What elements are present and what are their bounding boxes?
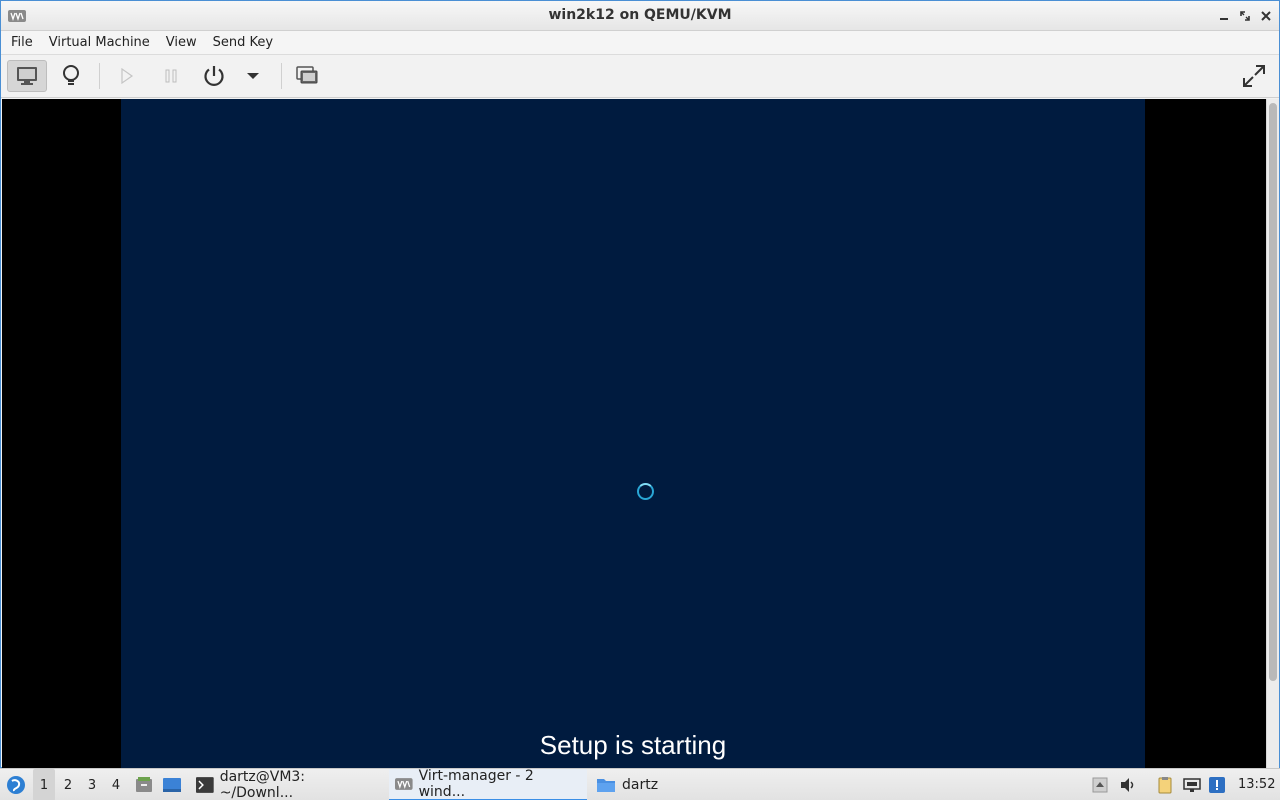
start-menu-button[interactable] [4, 769, 28, 800]
show-console-button[interactable] [7, 60, 47, 92]
minimize-icon [1220, 18, 1228, 20]
snapshot-icon [296, 66, 318, 84]
vm-display[interactable]: Setup is starting [2, 99, 1266, 768]
network-icon [1183, 778, 1201, 792]
tray-clipboard[interactable] [1156, 776, 1174, 794]
lightbulb-icon [63, 65, 79, 85]
workspace-2[interactable]: 2 [57, 769, 79, 800]
close-icon [1261, 11, 1271, 21]
folder-icon [597, 779, 615, 792]
menu-file[interactable]: File [3, 31, 41, 55]
vertical-scrollbar[interactable] [1266, 99, 1279, 768]
minimize-button[interactable] [1215, 7, 1233, 25]
volume-icon [1121, 778, 1134, 792]
quicklaunch-desktop[interactable] [161, 769, 183, 800]
toolbar-separator [281, 63, 282, 89]
workspace-3[interactable]: 3 [81, 769, 103, 800]
play-icon [121, 68, 134, 84]
task-virt-manager[interactable]: Virt-manager - 2 wind... [389, 768, 587, 800]
maximize-button[interactable] [1236, 7, 1254, 25]
snapshots-button[interactable] [291, 60, 323, 92]
run-button[interactable] [111, 60, 143, 92]
shutdown-menu-button[interactable] [241, 60, 265, 92]
workspace-1[interactable]: 1 [33, 769, 55, 800]
show-details-button[interactable] [53, 60, 89, 92]
fullscreen-icon [1243, 65, 1265, 87]
pause-icon [165, 69, 177, 83]
arrow-up-icon [1092, 777, 1108, 793]
tray-network[interactable] [1183, 776, 1201, 794]
tray-expand-button[interactable] [1091, 776, 1109, 794]
scrollbar-thumb[interactable] [1269, 103, 1277, 681]
guest-status-text: Setup is starting [539, 730, 727, 760]
guest-screen[interactable]: Setup is starting [121, 99, 1145, 768]
shutdown-button[interactable] [197, 60, 231, 92]
monitor-icon [17, 67, 37, 85]
virt-manager-icon [395, 778, 413, 790]
toolbar-separator [99, 63, 100, 89]
desktop-icon [163, 778, 181, 792]
file-manager-icon [136, 777, 152, 792]
terminal-icon [196, 777, 214, 793]
pause-button[interactable] [155, 60, 187, 92]
maximize-icon [1240, 11, 1250, 21]
menu-bar: File Virtual Machine View Send Key [1, 31, 1279, 55]
tray-volume[interactable] [1119, 776, 1137, 794]
vm-console-window: win2k12 on QEMU/KVM File Virtual Machine… [0, 0, 1280, 768]
tray-updates[interactable] [1208, 776, 1226, 794]
task-label: dartz [622, 777, 659, 793]
menu-send-key[interactable]: Send Key [205, 31, 281, 55]
toolbar [1, 55, 1279, 98]
clipboard-icon [1158, 777, 1172, 794]
close-button[interactable] [1257, 7, 1275, 25]
chevron-down-icon [247, 73, 259, 79]
power-icon [204, 66, 224, 86]
window-title: win2k12 on QEMU/KVM [548, 7, 732, 23]
task-label: dartz@VM3: ~/Downl... [219, 769, 306, 800]
task-terminal[interactable]: dartz@VM3: ~/Downl... [190, 769, 386, 800]
quicklaunch-files[interactable] [133, 769, 155, 800]
clock[interactable]: 13:52 [1238, 769, 1275, 800]
menu-virtual-machine[interactable]: Virtual Machine [41, 31, 158, 55]
task-folder-dartz[interactable]: dartz [590, 769, 670, 800]
title-bar[interactable]: win2k12 on QEMU/KVM [1, 1, 1279, 31]
task-label: Virt-manager - 2 wind... [418, 768, 534, 800]
taskbar: 1 2 3 4 dartz@VM3: ~/Downl... Virt-manag… [0, 768, 1280, 800]
menu-view[interactable]: View [158, 31, 205, 55]
lxqt-logo-icon [7, 776, 25, 794]
fullscreen-button[interactable] [1237, 60, 1271, 92]
workspace-4[interactable]: 4 [105, 769, 127, 800]
loading-spinner-icon [637, 483, 654, 500]
info-icon [1209, 777, 1225, 793]
